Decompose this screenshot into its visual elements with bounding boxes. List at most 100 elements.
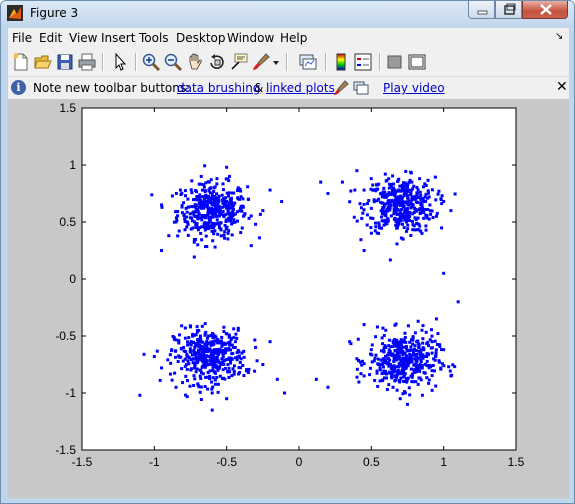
menu-edit[interactable]: Edit — [39, 31, 62, 45]
pan-hand-icon[interactable] — [185, 52, 205, 72]
open-folder-icon[interactable] — [33, 52, 53, 72]
data-point — [393, 216, 397, 220]
data-point — [203, 384, 207, 388]
data-point — [231, 367, 235, 371]
data-point — [185, 395, 189, 399]
maximize-button[interactable] — [495, 1, 522, 19]
data-point — [408, 348, 412, 352]
data-point — [214, 214, 218, 218]
data-point — [374, 189, 378, 193]
data-point — [420, 328, 424, 332]
link-plot-icon[interactable] — [353, 80, 369, 96]
data-point — [398, 362, 402, 366]
data-point — [217, 226, 221, 230]
data-point — [392, 353, 396, 357]
zoom-out-icon[interactable] — [163, 52, 183, 72]
data-point — [385, 221, 389, 225]
data-point — [242, 213, 246, 217]
data-brushing-link[interactable]: data brushing — [177, 81, 260, 95]
data-point — [202, 206, 206, 210]
linked-plots-link[interactable]: linked plots — [266, 81, 335, 95]
play-video-link[interactable]: Play video — [383, 81, 445, 95]
data-point — [381, 365, 385, 369]
data-cursor-icon[interactable] — [229, 52, 249, 72]
data-point — [233, 340, 237, 344]
data-point — [393, 193, 397, 197]
data-point — [387, 371, 391, 375]
data-point — [360, 363, 364, 367]
title-bar[interactable]: Figure 3 — [1, 1, 574, 26]
minimize-button[interactable] — [468, 1, 495, 19]
data-point — [228, 174, 232, 178]
data-point — [204, 234, 208, 238]
menu-view[interactable]: View — [69, 31, 97, 45]
data-point — [155, 349, 159, 353]
data-point — [387, 351, 391, 355]
brush-icon[interactable] — [333, 80, 349, 96]
link-plot-icon[interactable] — [298, 52, 318, 72]
data-point — [384, 214, 388, 218]
data-point — [409, 345, 413, 349]
data-point — [381, 326, 385, 330]
data-point — [427, 381, 431, 385]
data-point — [377, 182, 381, 186]
figure-canvas[interactable]: -1.5 -1 -0.5 0 0.5 1 1.5 -1.5 -1 -0.5 0 0.5 1 1.5 — [8, 100, 569, 498]
data-point — [371, 188, 375, 192]
data-point — [205, 363, 209, 367]
data-point — [192, 255, 196, 259]
y-tick-label: 0 — [69, 272, 76, 286]
dropdown-arrow-icon[interactable] — [271, 52, 281, 72]
data-point — [220, 335, 224, 339]
new-file-icon[interactable] — [11, 52, 31, 72]
data-point — [393, 198, 397, 202]
menu-desktop[interactable]: Desktop — [176, 31, 226, 45]
data-point — [195, 195, 199, 199]
close-button[interactable] — [522, 1, 568, 19]
menu-insert[interactable]: Insert — [101, 31, 135, 45]
save-icon[interactable] — [55, 52, 75, 72]
data-point — [408, 354, 412, 358]
infobar-close-icon[interactable]: ✕ — [556, 79, 568, 95]
hide-plot-tools-icon[interactable] — [385, 52, 405, 72]
data-point — [404, 340, 408, 344]
data-point — [424, 184, 428, 188]
data-point — [429, 212, 433, 216]
print-icon[interactable] — [77, 52, 97, 72]
data-point — [184, 350, 188, 354]
show-plot-tools-icon[interactable] — [407, 52, 427, 72]
data-point — [374, 353, 378, 357]
brush-icon[interactable] — [251, 52, 271, 72]
data-point — [194, 222, 198, 226]
data-point — [138, 393, 142, 397]
data-point — [440, 226, 444, 230]
data-point — [393, 357, 397, 361]
data-point — [223, 236, 227, 240]
data-point — [433, 355, 437, 359]
data-point — [183, 336, 187, 340]
menu-tools[interactable]: Tools — [139, 31, 169, 45]
pointer-icon[interactable] — [110, 52, 130, 72]
dock-arrow-icon[interactable]: ↘ — [555, 31, 563, 42]
data-point — [417, 208, 421, 212]
data-point — [383, 172, 387, 176]
colorbar-icon[interactable] — [331, 52, 351, 72]
menu-file[interactable]: File — [12, 31, 32, 45]
menu-help[interactable]: Help — [280, 31, 307, 45]
data-point — [440, 362, 444, 366]
menu-window[interactable]: Window — [227, 31, 274, 45]
legend-icon[interactable] — [353, 52, 373, 72]
data-point — [215, 192, 219, 196]
data-point — [399, 339, 403, 343]
data-point — [382, 346, 386, 350]
data-point — [192, 374, 196, 378]
scatter-plot[interactable]: -1.5 -1 -0.5 0 0.5 1 1.5 -1.5 -1 -0.5 0 0.5 1 1.5 — [8, 100, 569, 498]
data-point — [203, 228, 207, 232]
data-point — [221, 360, 225, 364]
data-point — [212, 232, 216, 236]
data-point — [360, 359, 364, 363]
zoom-in-icon[interactable] — [141, 52, 161, 72]
data-point — [231, 351, 235, 355]
data-point — [216, 353, 220, 357]
rotate-3d-icon[interactable] — [207, 52, 227, 72]
data-point — [381, 209, 385, 213]
